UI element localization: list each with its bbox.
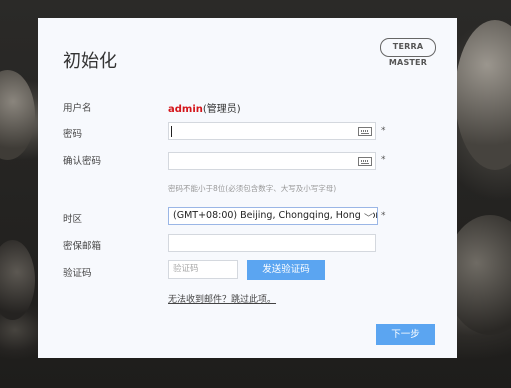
stone-decoration	[455, 20, 511, 170]
verification-code-input[interactable]: 验证码	[168, 260, 238, 279]
dialog-title: 初始化	[63, 51, 117, 72]
terramaster-logo: TERRA MASTER	[380, 38, 436, 67]
admin-name: admin	[168, 104, 203, 115]
init-dialog: 初始化 TERRA MASTER 用户名 admin(管理员) 密码 * 确认密…	[38, 18, 457, 358]
required-mark: *	[381, 155, 386, 165]
password-label: 密码	[63, 129, 83, 140]
send-code-button[interactable]: 发送验证码	[247, 260, 325, 280]
required-mark: *	[381, 211, 386, 221]
password-hint: 密码不能小于8位(必须包含数字、大写及小写字母)	[168, 184, 337, 193]
stone-decoration	[0, 70, 35, 160]
required-mark: *	[381, 126, 386, 136]
security-email-input[interactable]	[168, 234, 376, 252]
confirm-password-input[interactable]	[168, 152, 376, 170]
admin-role: (管理员)	[202, 104, 241, 115]
next-button[interactable]: 下一步	[376, 324, 435, 345]
username-value: admin(管理员)	[168, 100, 241, 115]
password-input[interactable]	[168, 122, 376, 140]
username-label: 用户名	[63, 103, 92, 114]
text-caret	[171, 126, 172, 137]
keyboard-icon[interactable]	[358, 127, 372, 136]
timezone-label: 时区	[63, 214, 83, 225]
verification-code-label: 验证码	[63, 268, 92, 279]
stone-decoration	[0, 240, 35, 320]
keyboard-icon[interactable]	[358, 157, 372, 166]
security-email-label: 密保邮箱	[63, 241, 102, 252]
chevron-down-icon: ﹀	[360, 211, 373, 224]
timezone-value: (GMT+08:00) Beijing, Chongqing, Hong Kon…	[173, 210, 378, 221]
skip-link[interactable]: 无法收到邮件？跳过此项。	[168, 292, 276, 305]
confirm-password-label: 确认密码	[63, 156, 102, 167]
timezone-select[interactable]: (GMT+08:00) Beijing, Chongqing, Hong Kon…	[168, 207, 378, 225]
